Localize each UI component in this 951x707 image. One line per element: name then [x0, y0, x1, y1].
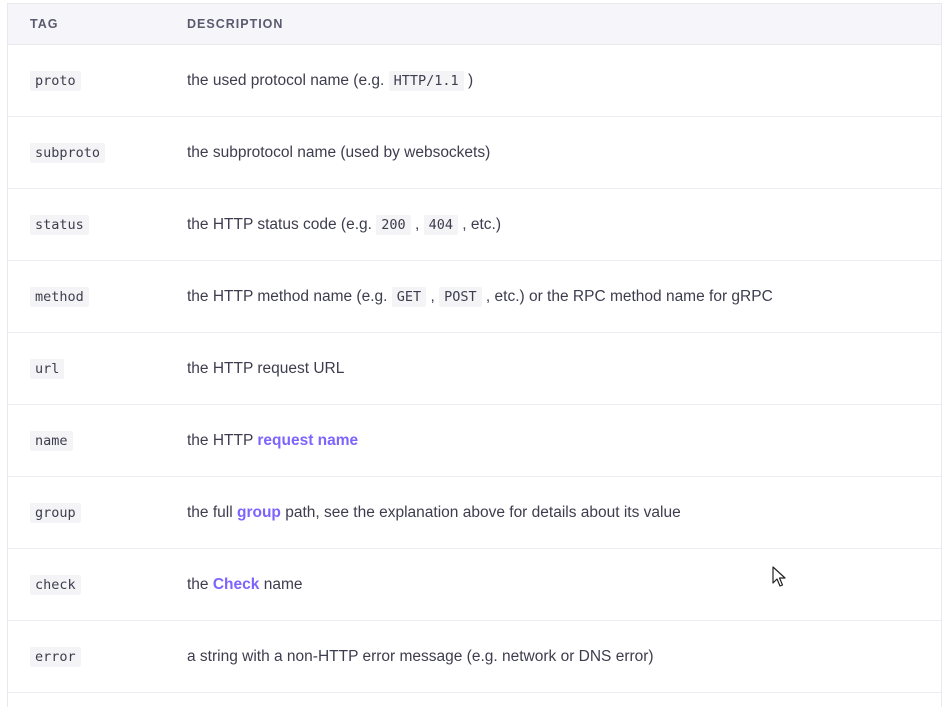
tag-code: error: [30, 646, 81, 667]
tag-cell: group: [8, 502, 187, 523]
inline-code: POST: [439, 286, 482, 307]
tag-code: status: [30, 214, 89, 235]
description-cell: the used protocol name (e.g. HTTP/1.1 ): [187, 70, 941, 91]
description-text: ,: [410, 215, 424, 233]
description-text: the HTTP: [187, 431, 258, 449]
description-cell: the HTTP request URL: [187, 360, 941, 378]
tag-cell: method: [8, 286, 187, 307]
mouse-pointer-icon: [772, 566, 786, 587]
inline-code: 200: [376, 214, 411, 235]
description-text: , etc.): [457, 215, 502, 233]
header-description: DESCRIPTION: [187, 17, 284, 31]
description-text: the used protocol name (e.g.: [187, 71, 389, 89]
tag-cell: error: [8, 646, 187, 667]
table-row: error a string with a non-HTTP error mes…: [8, 621, 941, 693]
table-header: TAG DESCRIPTION: [8, 4, 941, 45]
description-cell: the HTTP status code (e.g. 200 , 404 , e…: [187, 214, 941, 235]
tags-table: TAG DESCRIPTION proto the used protocol …: [7, 3, 942, 707]
inline-code: GET: [391, 286, 427, 307]
description-cell: the full group path, see the explanation…: [187, 504, 941, 522]
description-text: the full: [187, 503, 237, 521]
table-row: subproto the subprotocol name (used by w…: [8, 117, 941, 189]
description-text: the HTTP request URL: [187, 359, 345, 377]
description-cell: a string with a non-HTTP error message (…: [187, 648, 941, 666]
inline-code: 404: [423, 214, 458, 235]
tag-cell: proto: [8, 70, 187, 91]
description-text: the HTTP method name (e.g.: [187, 287, 392, 305]
description-text: name: [259, 575, 303, 593]
table-row: check the Check name: [8, 549, 941, 621]
request-name-link[interactable]: request name: [257, 432, 358, 449]
tag-cell: status: [8, 214, 187, 235]
table-row: method the HTTP method name (e.g. GET , …: [8, 261, 941, 333]
description-text: a string with a non-HTTP error message (…: [187, 647, 654, 665]
description-text: the HTTP status code (e.g.: [187, 215, 377, 233]
description-cell: the Check name: [187, 576, 941, 594]
tag-code: name: [30, 430, 73, 451]
tag-cell: url: [8, 358, 187, 379]
description-cell: the HTTP request name: [187, 432, 941, 450]
tag-code: group: [30, 502, 81, 523]
table-row: url the HTTP request URL: [8, 333, 941, 405]
tag-code: proto: [30, 70, 81, 91]
tag-code: url: [30, 358, 65, 379]
description-cell: the HTTP method name (e.g. GET , POST , …: [187, 286, 941, 307]
group-link[interactable]: group: [237, 504, 281, 521]
description-text: ,: [426, 287, 440, 305]
description-text: ): [463, 71, 474, 89]
table-row: name the HTTP request name: [8, 405, 941, 477]
header-tag: TAG: [30, 17, 59, 31]
inline-code: HTTP/1.1: [388, 70, 464, 91]
tag-code: method: [30, 286, 89, 307]
tag-cell: check: [8, 574, 187, 595]
description-cell: the subprotocol name (used by websockets…: [187, 144, 941, 162]
table-row: proto the used protocol name (e.g. HTTP/…: [8, 45, 941, 117]
tag-code: subproto: [30, 142, 106, 163]
table-row: group the full group path, see the expla…: [8, 477, 941, 549]
description-text: the: [187, 575, 213, 593]
description-text: , etc.) or the RPC method name for gRPC: [481, 287, 773, 305]
table-row: status the HTTP status code (e.g. 200 , …: [8, 189, 941, 261]
tag-cell: subproto: [8, 142, 187, 163]
description-text: path, see the explanation above for deta…: [280, 503, 681, 521]
tag-code: check: [30, 574, 81, 595]
description-text: the subprotocol name (used by websockets…: [187, 143, 491, 161]
check-link[interactable]: Check: [213, 576, 260, 593]
tag-cell: name: [8, 430, 187, 451]
